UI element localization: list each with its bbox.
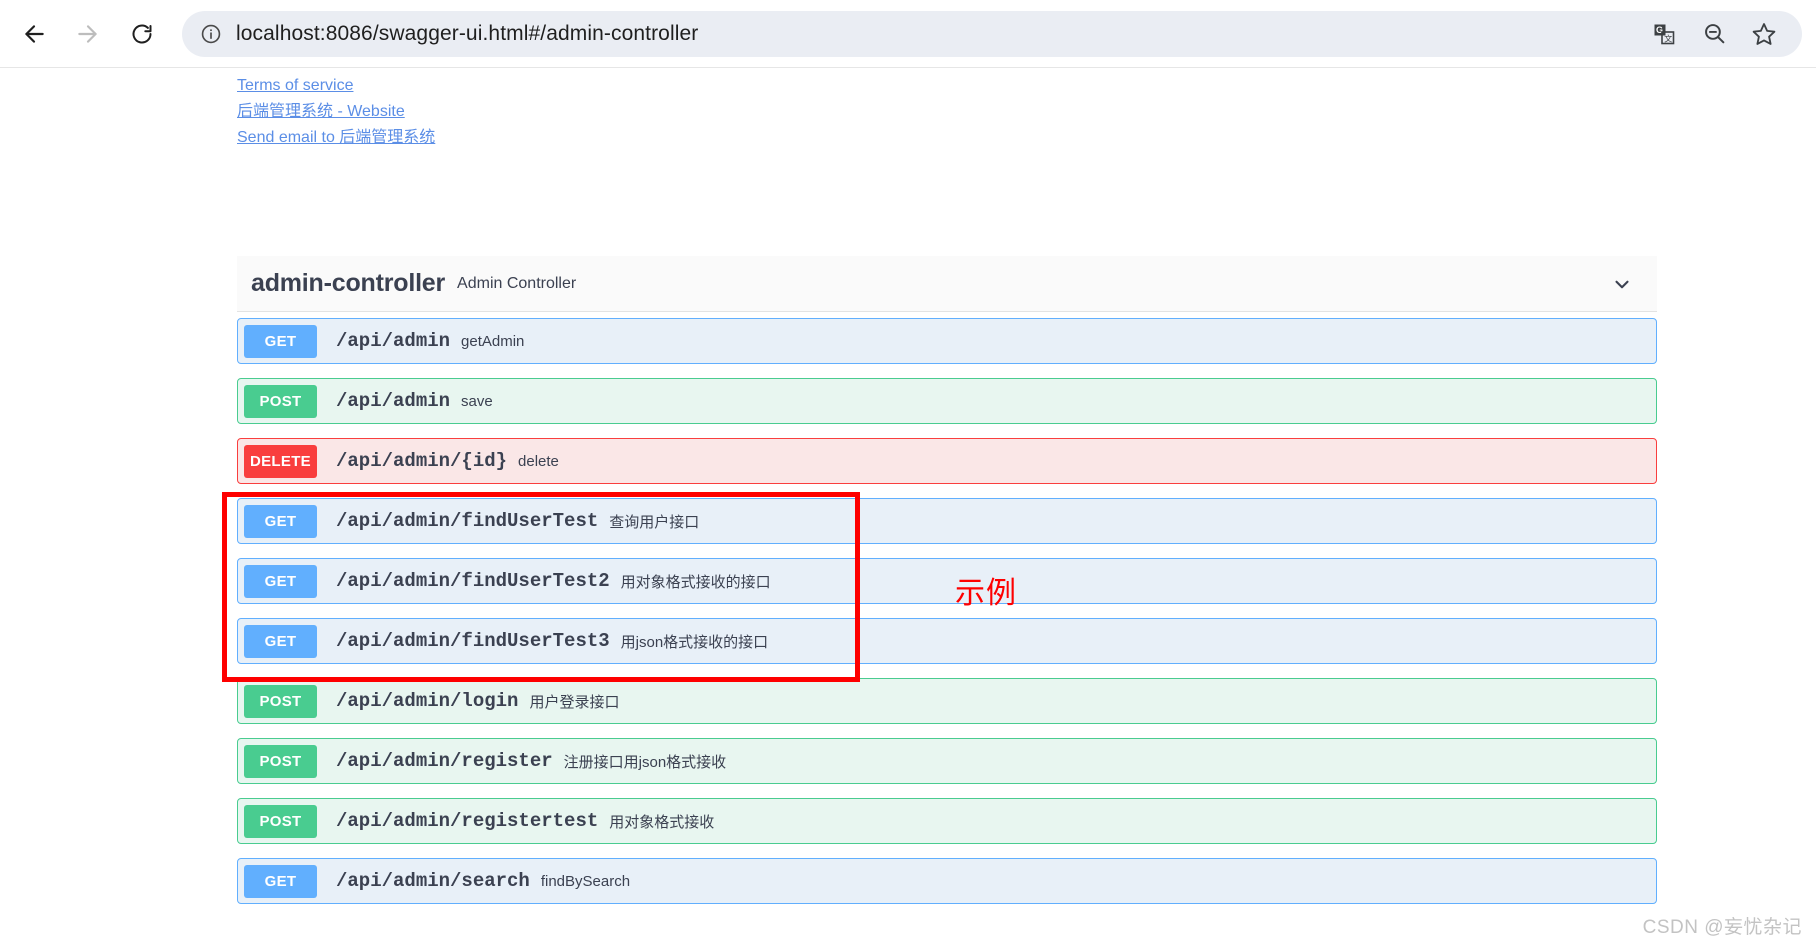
forward-button[interactable] [66,12,110,56]
omnibox-actions: G 文 [1650,11,1792,57]
operation-path: /api/admin/register [336,750,553,772]
operation-path: /api/admin/search [336,870,530,892]
chevron-down-icon[interactable] [1611,273,1633,295]
svg-text:文: 文 [1664,33,1672,43]
watermark: CSDN @妄忧杂记 [1642,917,1802,938]
operation-summary: save [461,392,493,410]
operation-path: /api/admin/registertest [336,810,599,832]
operation-summary: 用对象格式接收 [609,813,715,831]
forward-arrow-icon [78,24,97,43]
http-method-badge: POST [244,804,317,838]
zoom-out-icon[interactable] [1700,20,1728,48]
operation-path: /api/admin/login [336,690,519,712]
website-link[interactable]: 后端管理系统 - Website [237,101,435,123]
operation-summary: 查询用户接口 [609,513,700,531]
operations-list: GET/api/admin getAdmin POST/api/admin save D… [237,312,1657,904]
http-method-badge: GET [244,624,317,658]
url-text: localhost:8086/swagger-ui.html#/admin-co… [236,21,699,45]
site-information-icon[interactable] [196,19,226,49]
http-method-badge: DELETE [244,444,317,478]
operation-row[interactable]: GET/api/admin/findUserTest3 用json格式接收的接口 [237,618,1657,664]
operation-row[interactable]: GET/api/admin/findUserTest 查询用户接口 [237,498,1657,544]
operation-path: /api/admin/{id} [336,450,508,472]
annotation-label: 示例 [955,577,1017,610]
translate-icon[interactable]: G 文 [1650,20,1678,48]
swagger-ui-page: Terms of service 后端管理系统 - Website Send e… [0,68,1816,949]
reload-button[interactable] [120,12,164,56]
operation-summary: getAdmin [461,332,525,350]
tag-description: Admin Controller [457,274,577,292]
contact-email-link[interactable]: Send email to 后端管理系统 [237,127,435,149]
operation-path: /api/admin/findUserTest [336,510,599,532]
operation-path: /api/admin/findUserTest3 [336,630,610,652]
operation-row[interactable]: DELETE/api/admin/{id} delete [237,438,1657,484]
operation-path: /api/admin/findUserTest2 [336,570,610,592]
operation-row[interactable]: POST/api/admin/login 用户登录接口 [237,678,1657,724]
http-method-badge: GET [244,864,317,898]
terms-of-service-link[interactable]: Terms of service [237,75,435,97]
http-method-badge: GET [244,564,317,598]
operation-summary: 用户登录接口 [529,693,620,711]
opblock-tag-section: admin-controller Admin Controller GET/ap… [237,256,1657,918]
operation-row[interactable]: POST/api/admin save [237,378,1657,424]
operation-row[interactable]: POST/api/admin/registertest 用对象格式接收 [237,798,1657,844]
http-method-badge: POST [244,684,317,718]
info-links: Terms of service 后端管理系统 - Website Send e… [237,75,435,149]
operation-path: /api/admin [336,330,451,352]
operation-row[interactable]: GET/api/admin getAdmin [237,318,1657,364]
operation-summary: delete [518,452,559,470]
bookmark-star-icon[interactable] [1750,20,1778,48]
http-method-badge: GET [244,504,317,538]
tag-header-admin-controller[interactable]: admin-controller Admin Controller [237,256,1657,312]
operation-summary: 用json格式接收的接口 [620,633,769,651]
http-method-badge: POST [244,384,317,418]
operation-row[interactable]: GET/api/admin/findUserTest2 用对象格式接收的接口 [237,558,1657,604]
back-arrow-icon [25,24,44,43]
operation-summary: findBySearch [540,872,631,890]
reload-icon [132,24,152,43]
operation-row[interactable]: POST/api/admin/register 注册接口用json格式接收 [237,738,1657,784]
browser-toolbar: localhost:8086/swagger-ui.html#/admin-co… [0,0,1816,68]
address-bar[interactable]: localhost:8086/swagger-ui.html#/admin-co… [182,10,1802,57]
operation-summary: 注册接口用json格式接收 [563,753,727,771]
operation-path: /api/admin [336,390,451,412]
back-button[interactable] [12,12,56,56]
operation-row[interactable]: GET/api/admin/search findBySearch [237,858,1657,904]
operation-summary: 用对象格式接收的接口 [620,573,771,591]
tag-title: admin-controller [251,269,446,297]
http-method-badge: POST [244,744,317,778]
http-method-badge: GET [244,324,317,358]
